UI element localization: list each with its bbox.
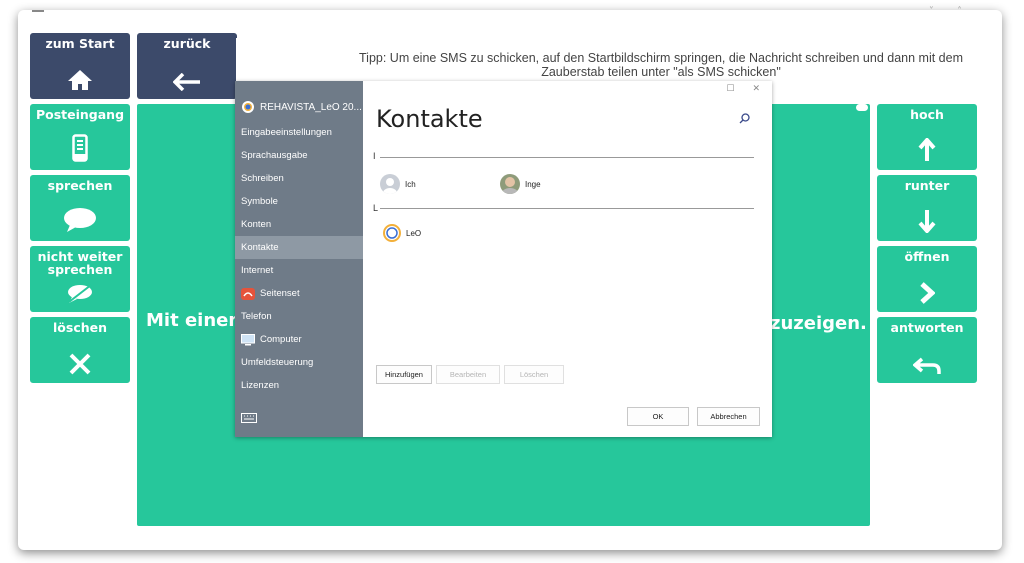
contact-ich[interactable]: Ich (380, 174, 416, 194)
chevron-right-icon (920, 282, 935, 304)
down-button-label: runter (904, 178, 950, 193)
nav-item-konten[interactable]: Konten (235, 213, 363, 236)
window-controls[interactable]: ˅ ˄ (929, 6, 972, 17)
computer-icon (241, 333, 255, 345)
nav-item-sprachausgabe[interactable]: Sprachausgabe (235, 144, 363, 167)
home-icon (68, 70, 92, 90)
contact-name: LeO (406, 228, 422, 238)
back-button[interactable]: zurück (137, 33, 237, 99)
message-text-left: Mit einem (146, 310, 248, 331)
home-button[interactable]: zum Start (30, 33, 130, 99)
up-button[interactable]: hoch (877, 104, 977, 170)
scroll-indicator (856, 104, 868, 111)
inbox-button[interactable]: Posteingang (30, 104, 130, 170)
app-logo-icon (242, 101, 254, 113)
nav-item-label: Symbole (241, 196, 278, 207)
open-button[interactable]: öffnen (877, 246, 977, 312)
reply-icon (913, 357, 941, 374)
arrow-down-icon (918, 210, 936, 233)
avatar (500, 174, 520, 194)
cancel-button[interactable]: Abbrechen (697, 407, 760, 426)
nav-item-lizenzen[interactable]: Lizenzen (235, 374, 363, 397)
nav-item-eingabeeinstellungen[interactable]: Eingabeeinstellungen (235, 121, 363, 144)
back-button-label: zurück (163, 36, 211, 51)
close-icon[interactable]: ✕ (752, 84, 760, 94)
nav-item-symbole[interactable]: Symbole (235, 190, 363, 213)
stop-speaking-button[interactable]: nicht weiter sprechen (30, 246, 130, 312)
settings-dialog: REHAVISTA_LeO 20... Eingabeeinstellungen… (235, 81, 772, 437)
nav-item-label: Schreiben (241, 173, 284, 184)
group-letter-l: L (373, 203, 379, 213)
ok-button[interactable]: OK (627, 407, 689, 426)
open-button-label: öffnen (904, 249, 950, 264)
nav-item-computer[interactable]: Computer (235, 328, 363, 351)
seitenset-icon (241, 287, 255, 300)
dialog-window-controls: ☐ ✕ (726, 84, 760, 94)
nav-item-umfeldsteuerung[interactable]: Umfeldsteuerung (235, 351, 363, 374)
nav-item-label: Konten (241, 219, 272, 230)
speak-button-label: sprechen (47, 178, 113, 193)
down-button[interactable]: runter (877, 175, 977, 241)
dialog-title: REHAVISTA_LeO 20... (260, 101, 362, 113)
close-icon (69, 353, 91, 375)
minimize-icon[interactable] (32, 10, 44, 12)
nav-item-label: Lizenzen (241, 380, 280, 391)
search-icon[interactable] (739, 113, 750, 124)
screen: ˅ ˄ zum Start zurück Posteingang spreche… (0, 0, 1024, 563)
add-contact-button[interactable]: Hinzufügen (376, 365, 432, 384)
reply-button-label: antworten (890, 320, 964, 335)
arrow-left-icon (173, 73, 200, 91)
nav-item-label: Kontakte (241, 242, 279, 253)
nav-item-label: Telefon (241, 311, 272, 322)
settings-nav: REHAVISTA_LeO 20... Eingabeeinstellungen… (235, 81, 363, 437)
phone-icon (72, 134, 88, 162)
nav-item-label: Computer (260, 334, 302, 345)
photo-icon (502, 177, 518, 194)
stop-speaking-button-label: nicht weiter sprechen (37, 249, 123, 277)
delete-button[interactable]: löschen (30, 317, 130, 383)
speech-bubble-icon (64, 208, 96, 232)
nav-item-label: Internet (241, 265, 274, 276)
mute-bubble-icon (68, 284, 92, 303)
group-divider (380, 157, 754, 158)
leo-logo-icon (383, 224, 401, 242)
maximize-icon[interactable]: ☐ (726, 84, 734, 94)
nav-item-label: Umfeldsteuerung (241, 357, 314, 368)
nav-item-kontakte[interactable]: Kontakte (235, 236, 363, 259)
nav-item-seitenset[interactable]: Seitenset (235, 282, 363, 305)
nav-item-schreiben[interactable]: Schreiben (235, 167, 363, 190)
contacts-panel: ☐ ✕ Kontakte I Ich Inge L LeO Hinzufügen… (363, 81, 772, 437)
contact-name: Inge (525, 179, 541, 189)
avatar (380, 174, 400, 194)
nav-item-telefon[interactable]: Telefon (235, 305, 363, 328)
group-letter-i: I (373, 151, 376, 161)
nav-title-row: REHAVISTA_LeO 20... (241, 100, 362, 114)
arrow-up-icon (918, 138, 936, 161)
nav-item-label: Eingabeeinstellungen (241, 127, 332, 138)
page-title: Kontakte (376, 105, 483, 133)
nav-item-label: Seitenset (260, 288, 300, 299)
contact-inge[interactable]: Inge (500, 174, 541, 194)
group-divider (380, 208, 754, 209)
nav-item-label: Sprachausgabe (241, 150, 308, 161)
inbox-button-label: Posteingang (35, 107, 125, 122)
delete-button-label: löschen (53, 320, 107, 335)
speak-button[interactable]: sprechen (30, 175, 130, 241)
up-button-label: hoch (910, 107, 944, 122)
person-icon (383, 178, 397, 194)
contact-leo[interactable]: LeO (383, 224, 421, 242)
keyboard-icon[interactable] (241, 413, 257, 423)
nav-item-internet[interactable]: Internet (235, 259, 363, 282)
reply-button[interactable]: antworten (877, 317, 977, 383)
contact-name: Ich (405, 179, 416, 189)
delete-contact-button[interactable]: Löschen (504, 365, 564, 384)
home-button-label: zum Start (45, 36, 115, 51)
message-text-right: zuzeigen. (770, 313, 867, 334)
edit-contact-button[interactable]: Bearbeiten (436, 365, 500, 384)
